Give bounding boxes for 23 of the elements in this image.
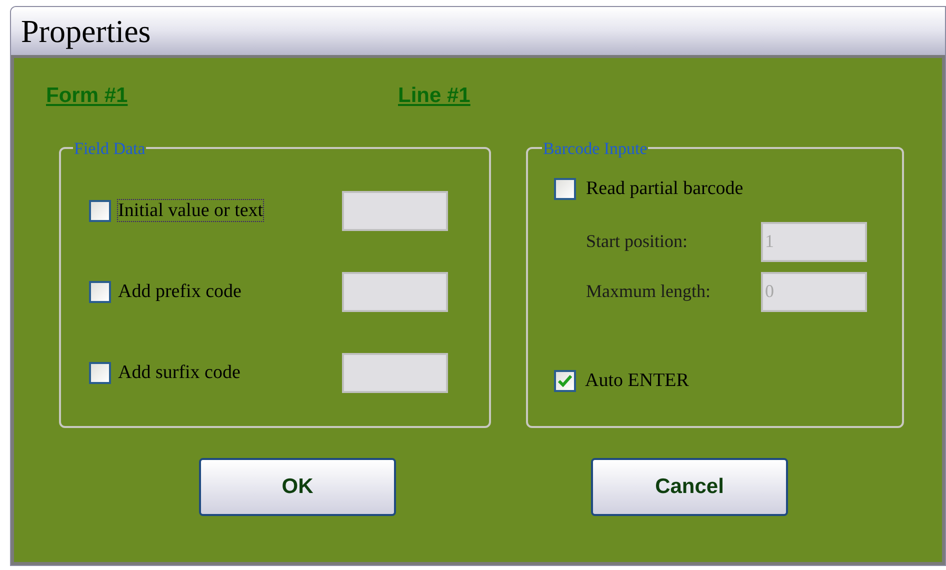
window-title: Properties xyxy=(21,15,151,47)
check-icon xyxy=(558,374,572,387)
text-field[interactable] xyxy=(342,191,448,231)
checkbox-label: Add prefix code xyxy=(118,280,242,304)
form-heading: Form #1 xyxy=(46,83,129,109)
group-legend: Barcode Inpute xyxy=(542,136,648,161)
checkbox-label: Auto ENTER xyxy=(585,368,689,392)
checkbox-label: Add surfix code xyxy=(118,360,242,385)
checkbox-label: Initial value or text xyxy=(118,198,264,223)
field-label: Maxmum length: xyxy=(586,280,712,303)
text-field[interactable] xyxy=(342,272,448,312)
checkbox[interactable] xyxy=(554,370,576,392)
checkbox[interactable] xyxy=(89,200,111,222)
text-field[interactable] xyxy=(342,353,448,393)
checkbox[interactable] xyxy=(89,281,111,303)
group-legend: Field Data xyxy=(73,136,146,161)
dialog-button[interactable]: Cancel xyxy=(591,458,788,516)
checkbox[interactable] xyxy=(89,362,111,384)
line-heading: Line #1 xyxy=(398,83,470,109)
checkbox[interactable] xyxy=(554,178,576,200)
checkbox-label: Read partial barcode xyxy=(586,177,744,201)
field-label: Start position: xyxy=(586,230,689,253)
dialog-button[interactable]: OK xyxy=(199,458,396,516)
